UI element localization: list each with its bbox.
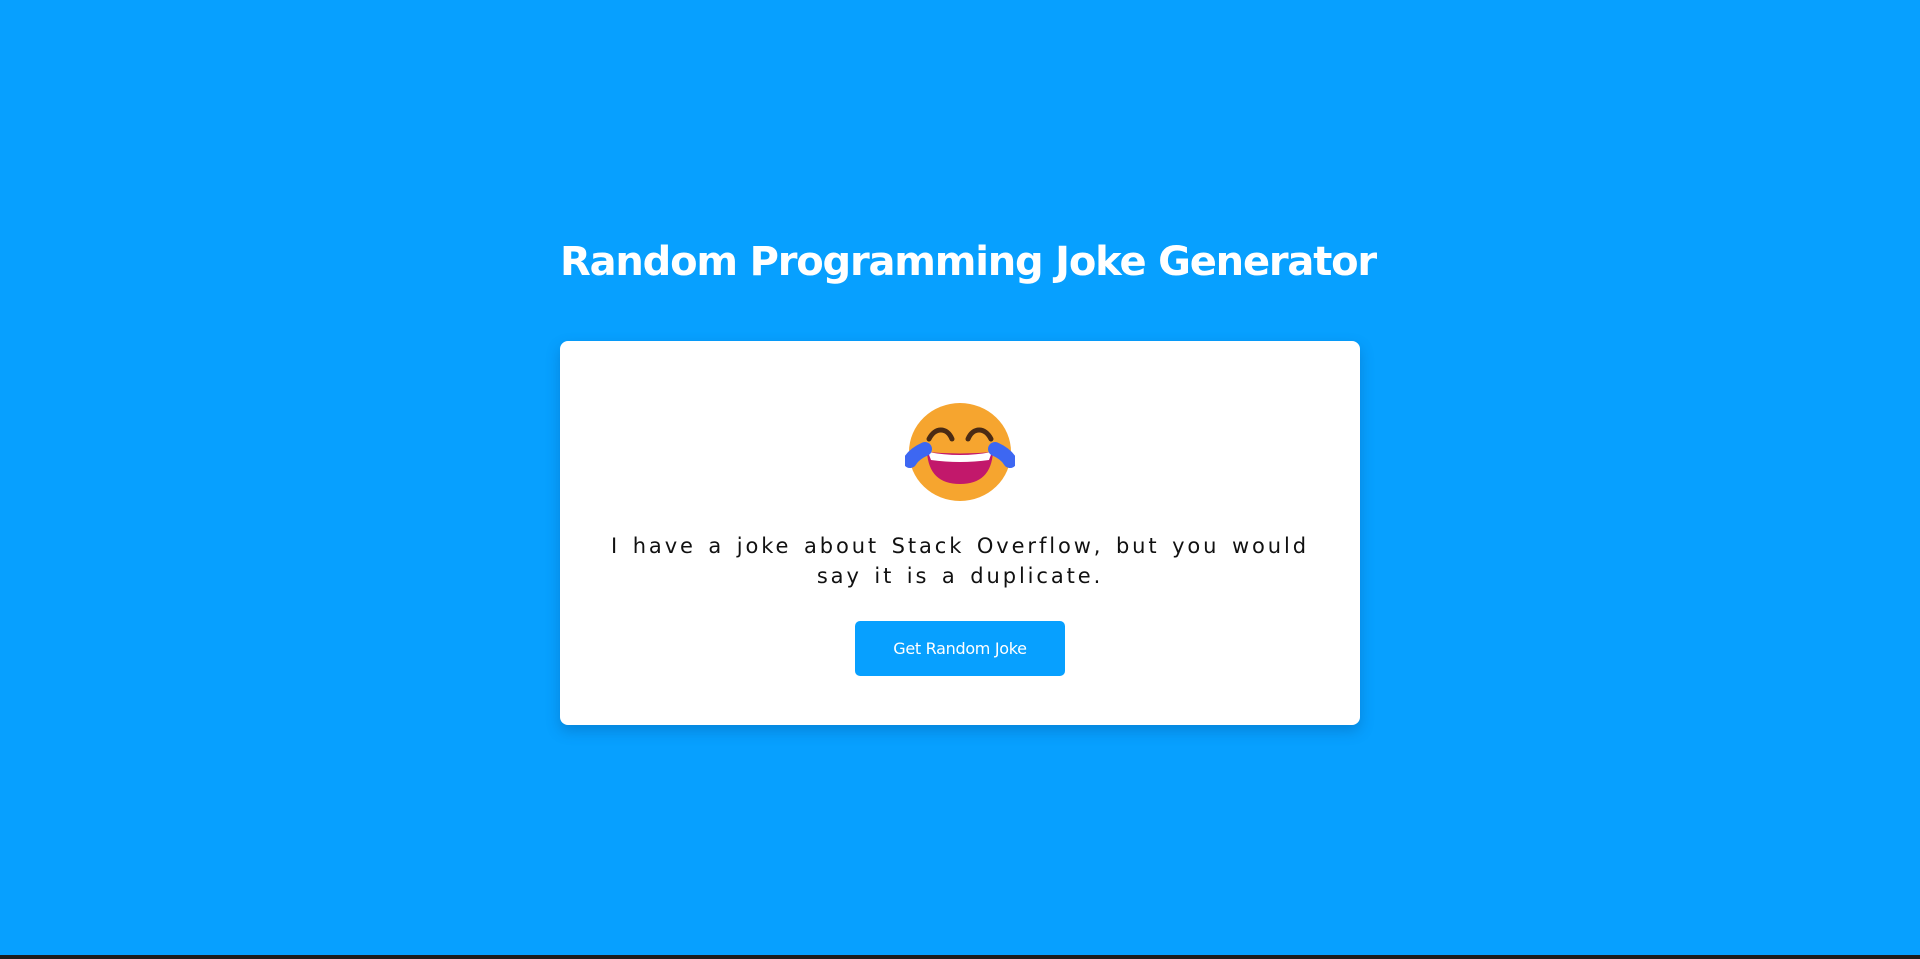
laughing-face-with-tears-icon <box>905 403 1015 501</box>
joke-text: I have a joke about Stack Overflow, but … <box>611 534 1309 588</box>
joke-generator-app: Random Programming Joke Generator I have… <box>560 236 1377 725</box>
page-viewport: Random Programming Joke Generator I have… <box>0 0 1920 955</box>
joke-card: I have a joke about Stack Overflow, but … <box>560 341 1360 725</box>
get-random-joke-button[interactable]: Get Random Joke <box>855 621 1065 676</box>
page-title: Random Programming Joke Generator <box>560 239 1377 285</box>
